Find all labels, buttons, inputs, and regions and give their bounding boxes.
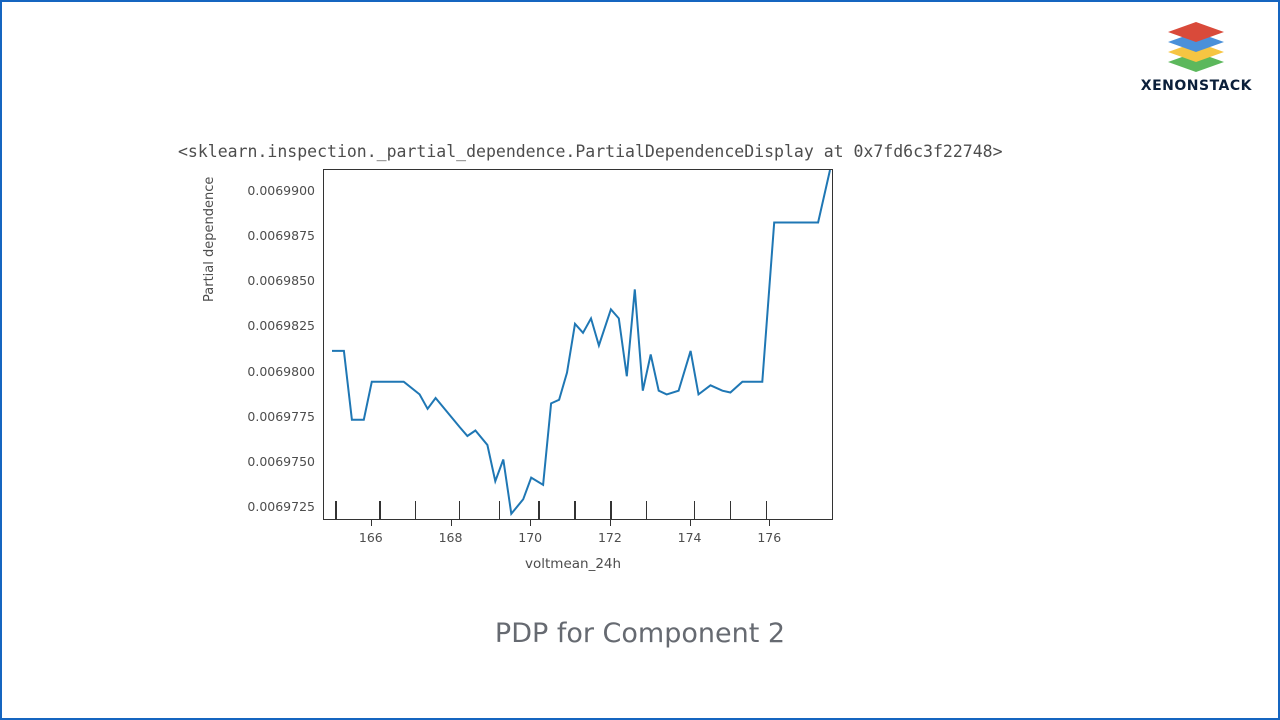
y-axis-label: Partial dependence	[202, 177, 217, 302]
x-tick-label: 168	[431, 530, 471, 545]
y-tick-label: 0.0069850	[235, 273, 315, 288]
rug-tick	[574, 501, 576, 519]
x-tick-label: 176	[749, 530, 789, 545]
y-tick-label: 0.0069825	[235, 318, 315, 333]
x-tick-label: 172	[590, 530, 630, 545]
chart-caption: PDP for Component 2	[495, 618, 785, 649]
rug-tick	[646, 501, 648, 519]
x-tick-mark	[371, 520, 372, 526]
rug-tick	[538, 501, 540, 519]
x-tick-mark	[610, 520, 611, 526]
rug-tick	[766, 501, 768, 519]
rug-tick	[379, 501, 381, 519]
y-tick-label: 0.0069800	[235, 364, 315, 379]
x-tick-mark	[769, 520, 770, 526]
x-tick-label: 174	[670, 530, 710, 545]
rug-tick	[459, 501, 461, 519]
y-tick-label: 0.0069875	[235, 228, 315, 243]
line-series	[324, 170, 834, 521]
x-tick-mark	[451, 520, 452, 526]
y-tick-label: 0.0069725	[235, 499, 315, 514]
rug-tick	[610, 501, 612, 519]
pdp-chart	[323, 169, 833, 520]
brand-logo: XENONSTACK	[1141, 20, 1252, 94]
x-tick-label: 166	[351, 530, 391, 545]
rug-tick	[499, 501, 501, 519]
rug-tick	[415, 501, 417, 519]
logo-stack-icon	[1164, 20, 1228, 72]
rug-tick	[730, 501, 732, 519]
logo-text: XENONSTACK	[1141, 78, 1252, 94]
y-tick-label: 0.0069775	[235, 409, 315, 424]
x-tick-mark	[690, 520, 691, 526]
rug-tick	[694, 501, 696, 519]
x-tick-label: 170	[510, 530, 550, 545]
rug-tick	[335, 501, 337, 519]
object-repr: <sklearn.inspection._partial_dependence.…	[178, 142, 1003, 161]
y-tick-label: 0.0069900	[235, 183, 315, 198]
x-axis-label: voltmean_24h	[525, 556, 621, 572]
y-tick-label: 0.0069750	[235, 454, 315, 469]
x-tick-mark	[530, 520, 531, 526]
